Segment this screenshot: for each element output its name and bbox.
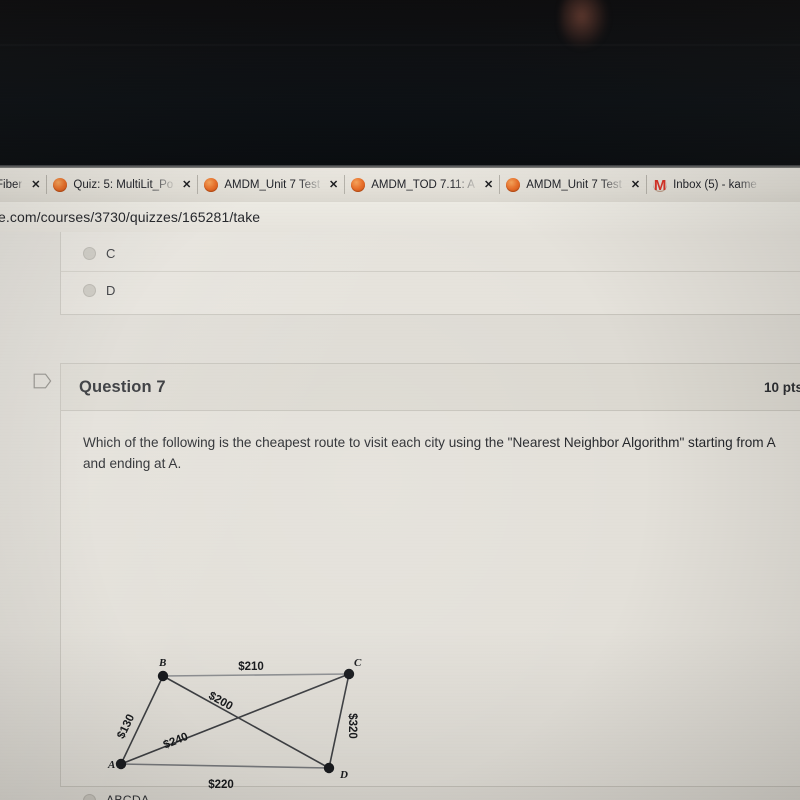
- edge-weight-A-C: $240: [162, 731, 190, 752]
- node-label-A: A: [107, 759, 115, 771]
- canvas-icon: [506, 178, 521, 192]
- answer-option-abcda[interactable]: ABCDA: [61, 785, 800, 800]
- question-body: Which of the following is the cheapest r…: [61, 410, 800, 800]
- edge-weight-B-D: $200: [206, 690, 234, 713]
- edge-A-C: [120, 673, 350, 765]
- tab-close-icon[interactable]: ✕: [481, 179, 496, 191]
- canvas-icon: [53, 178, 68, 192]
- edge-weight-B-C: $210: [238, 661, 264, 673]
- question-7-options: ABCDA ADCBA ABDCA None of the Above: [61, 785, 800, 800]
- browser-tab-1[interactable]: Quiz: 5: MultiLit_Po ✕: [46, 168, 198, 202]
- graph-edges: [120, 673, 350, 769]
- node-label-C: C: [354, 657, 362, 669]
- edge-weight-C-D: $320: [346, 713, 358, 739]
- answer-option-c[interactable]: C: [61, 235, 800, 272]
- browser-tab-5[interactable]: M Inbox (5) - kame: [646, 168, 761, 202]
- radio-button-icon[interactable]: [83, 283, 96, 297]
- tab-title: Fiber: [0, 179, 23, 191]
- graph-nodes: [115, 668, 355, 774]
- node-label-B: B: [158, 657, 166, 669]
- tab-close-icon[interactable]: ✕: [179, 179, 194, 191]
- previous-question-options: C D: [61, 235, 800, 308]
- edge-C-D: [328, 673, 350, 769]
- answer-option-label: D: [106, 282, 116, 298]
- question-prompt-text: Which of the following is the cheapest r…: [83, 435, 775, 472]
- tab-close-icon[interactable]: ✕: [326, 179, 341, 191]
- screenshot-root: Fiber ✕ Quiz: 5: MultiLit_Po ✕ AMDM_Unit…: [0, 0, 800, 800]
- edge-A-D: [120, 763, 330, 769]
- bookmark-flag-icon[interactable]: [33, 373, 52, 389]
- tab-close-icon[interactable]: ✕: [628, 179, 643, 191]
- browser-tab-2[interactable]: AMDM_Unit 7 Test ✕: [197, 168, 345, 202]
- monitor-bezel-dark-area: [0, 0, 800, 168]
- tab-title: AMDM_Unit 7 Test: [526, 179, 622, 191]
- graph-diagram: A B C D $130 $210 $320 $220 $200 $240: [91, 652, 391, 792]
- bezel-highlight-band: [0, 44, 800, 46]
- radio-button-icon[interactable]: [83, 793, 96, 800]
- edge-B-D: [162, 675, 330, 769]
- quiz-page-content: C D Question 7 10 pts Which of the follo…: [0, 232, 800, 800]
- graph-edge-weights: $130 $210 $320 $220 $200 $240: [115, 661, 358, 791]
- browser-address-bar[interactable]: e.com/courses/3730/quizzes/165281/take: [0, 202, 800, 233]
- tab-title: AMDM_TOD 7.11: A: [371, 179, 475, 191]
- tab-title: Quiz: 5: MultiLit_Po: [73, 179, 174, 191]
- answer-option-label: ABCDA: [106, 793, 150, 800]
- bezel-reflection-smudge: [560, 0, 608, 48]
- browser-tab-0[interactable]: Fiber ✕: [0, 168, 47, 202]
- address-bar-url: e.com/courses/3730/quizzes/165281/take: [0, 209, 261, 225]
- weighted-graph-svg: A B C D $130 $210 $320 $220 $200 $240: [107, 657, 362, 791]
- tab-title: Inbox (5) - kame: [673, 179, 757, 191]
- edge-B-C: [162, 673, 350, 677]
- previous-question-card: C D: [60, 232, 800, 315]
- page-title: Question 7: [79, 377, 166, 396]
- node-label-D: D: [339, 769, 348, 781]
- canvas-icon: [204, 178, 219, 192]
- browser-tab-3[interactable]: AMDM_TOD 7.11: A ✕: [344, 168, 500, 202]
- gmail-icon: M: [653, 176, 667, 194]
- answer-option-label: C: [106, 245, 116, 261]
- node-B: [157, 670, 169, 682]
- node-C: [343, 668, 355, 680]
- tab-title: AMDM_Unit 7 Test: [224, 179, 321, 191]
- browser-tab-4[interactable]: AMDM_Unit 7 Test ✕: [499, 168, 647, 202]
- question-points-badge: 10 pts: [763, 379, 800, 395]
- browser-tab-strip: Fiber ✕ Quiz: 5: MultiLit_Po ✕ AMDM_Unit…: [0, 168, 800, 202]
- question-header: Question 7 10 pts: [61, 364, 800, 411]
- question-7-card: Question 7 10 pts Which of the following…: [60, 363, 800, 800]
- node-A: [115, 758, 127, 770]
- answer-option-d[interactable]: D: [61, 272, 800, 308]
- canvas-icon: [351, 178, 366, 192]
- tab-close-icon[interactable]: ✕: [28, 179, 43, 191]
- radio-button-icon[interactable]: [83, 246, 96, 260]
- node-D: [323, 762, 335, 774]
